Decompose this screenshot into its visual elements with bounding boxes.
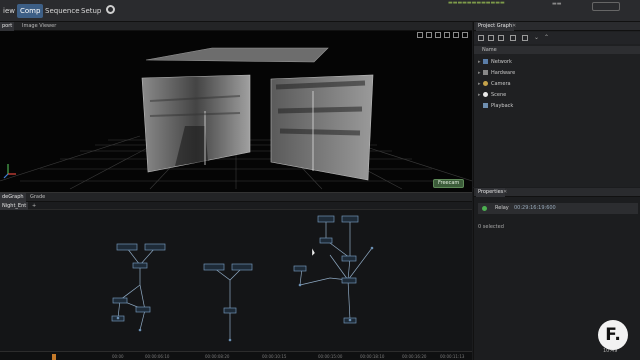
maximize-button[interactable] [592, 2, 620, 11]
right-wall-panel [270, 74, 374, 181]
left-wall-panel [141, 74, 251, 173]
upload-icon[interactable] [510, 35, 516, 41]
project-graph-panel: Project Graph ✕ ⌄ ⌃ Name ▸ Network ▸ Hardw… [473, 22, 640, 187]
gear-icon[interactable] [106, 5, 115, 14]
status-dot-icon [482, 206, 487, 211]
graph-node[interactable] [231, 263, 253, 271]
timecode-label: 00:00:18:10 [360, 354, 385, 359]
graph-node[interactable] [293, 265, 307, 272]
tree-item-network[interactable]: ▸ Network [478, 57, 512, 67]
tab-node-graph[interactable]: deGraph [0, 193, 26, 202]
timeline-bar[interactable]: 00:00 00:00:06:10 00:00:08:20 00:00:10:1… [0, 351, 472, 360]
viewport-tabstrip: port Image Viewer [0, 22, 472, 38]
timecode-label: 00:00 [112, 354, 124, 359]
selection-status: 0 selected [478, 224, 504, 230]
add-icon[interactable] [478, 35, 484, 41]
menu-comp[interactable]: Comp [17, 4, 44, 18]
hardware-icon [483, 70, 488, 75]
node-connections [117, 220, 373, 340]
viewport-toolbar [414, 23, 468, 38]
watermark-logo: F. [598, 320, 628, 350]
tree-item-scene[interactable]: ▸ Scene [478, 90, 506, 100]
window-control-icon[interactable]: ▬▬ [552, 1, 561, 8]
tree-item-playback[interactable]: Playback [478, 101, 513, 111]
node-graph-panel: deGraph Grade Night_Ent + 00:00 00:00:06… [0, 192, 472, 360]
properties-tabstrip: Properties ✕ [474, 188, 640, 197]
download-icon[interactable] [522, 35, 528, 41]
add-tab-icon[interactable]: + [30, 202, 38, 210]
playhead-icon[interactable] [52, 354, 56, 360]
tree-item-camera[interactable]: ▸ Camera [478, 79, 511, 89]
menu-setup[interactable]: Setup [78, 4, 104, 18]
graph-node[interactable] [317, 215, 335, 223]
graph-node[interactable] [116, 243, 138, 251]
timecode-label: 00:00:06:10 [145, 354, 170, 359]
tab-night-ent[interactable]: Night_Ent [0, 202, 29, 210]
project-toolbar: ⌄ ⌃ [474, 32, 640, 44]
menu-bar: iew Comp Sequence Setup ▬▬▬▬▬▬▬▬▬▬▬▬ ▬▬ [0, 0, 640, 22]
project-tabstrip: Project Graph ✕ [474, 22, 640, 31]
nodegraph-tabstrip: deGraph Grade [0, 193, 472, 202]
scene-icon [483, 92, 488, 97]
timecode-label: 00:00:10:15 [262, 354, 287, 359]
close-icon[interactable]: ✕ [510, 22, 518, 31]
network-icon [483, 59, 488, 64]
tree-item-hardware[interactable]: ▸ Hardware [478, 68, 515, 78]
graph-nodes[interactable] [111, 215, 359, 324]
viewport-panel: port Image Viewer Freecam [0, 22, 472, 192]
chevron-up-icon[interactable]: ⌃ [544, 35, 550, 41]
playback-icon [483, 103, 488, 108]
graph-node[interactable] [341, 215, 359, 223]
tab-project-graph[interactable]: Project Graph [476, 22, 515, 31]
timecode-label: 00:00:08:20 [205, 354, 230, 359]
mouse-cursor-icon [311, 247, 316, 257]
graph-node[interactable] [144, 243, 166, 251]
save-icon[interactable] [498, 35, 504, 41]
folder-icon[interactable] [488, 35, 494, 41]
graph-node[interactable] [112, 297, 128, 304]
graph-node[interactable] [341, 255, 357, 262]
graph-node[interactable] [319, 237, 333, 244]
3d-viewport[interactable] [0, 31, 472, 192]
tab-viewport[interactable]: port [0, 22, 15, 31]
graph-node[interactable] [203, 263, 225, 271]
graph-node[interactable] [132, 262, 148, 269]
camera-icon [483, 81, 488, 86]
axis-gizmo-icon [3, 164, 16, 179]
window-title-fragment: ▬▬▬▬▬▬▬▬▬▬▬▬ [448, 0, 505, 6]
nodegraph-subtabs: Night_Ent + [0, 202, 472, 210]
timecode-label: 00:00:15:00 [318, 354, 343, 359]
close-icon[interactable]: ✕ [501, 188, 509, 197]
freecam-button[interactable]: Freecam [433, 179, 465, 188]
graph-node[interactable] [341, 277, 357, 284]
node-pins [116, 246, 374, 342]
tab-grade[interactable]: Grade [28, 193, 47, 202]
menu-sequence[interactable]: Sequence [42, 4, 83, 18]
node-graph-canvas[interactable] [0, 210, 472, 351]
chevron-down-icon[interactable]: ⌄ [534, 35, 540, 41]
graph-node[interactable] [223, 307, 237, 314]
menu-view[interactable]: iew [0, 4, 18, 18]
graph-node[interactable] [135, 306, 151, 313]
timecode-label: 00:00:11:13 [440, 354, 465, 359]
ceiling-panel [145, 47, 329, 63]
timecode-label: 00:00:16:20 [402, 354, 427, 359]
column-header-name: Name [474, 46, 640, 54]
property-value[interactable]: 00:29:16:19:600 [514, 203, 556, 214]
property-row[interactable]: Relay 00:29:16:19:600 [478, 203, 638, 214]
tab-image-viewer[interactable]: Image Viewer [20, 22, 58, 31]
property-key: Relay [495, 205, 509, 211]
